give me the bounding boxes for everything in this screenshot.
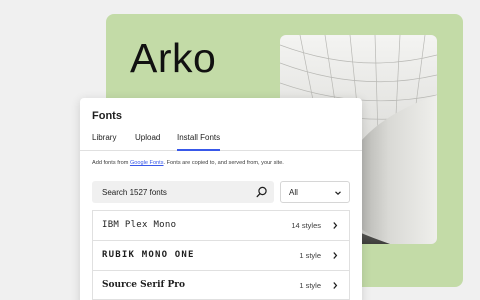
info-text-after: . Fonts are copied to, and served from, … <box>163 160 284 166</box>
category-select[interactable]: All <box>280 181 350 203</box>
font-name: IBM Plex Mono <box>102 220 177 230</box>
font-row-rubik-mono-one[interactable]: RUBIK MONO ONE 1 style <box>92 240 350 270</box>
fonts-panel: Fonts Library Upload Install Fonts Add f… <box>80 98 362 300</box>
preview-heading: Arko <box>130 35 217 81</box>
font-list: IBM Plex Mono 14 styles RUBIK MONO ONE 1… <box>92 210 350 300</box>
font-row-ibm-plex-mono[interactable]: IBM Plex Mono 14 styles <box>92 210 350 240</box>
chevron-right-icon <box>333 222 338 229</box>
chevron-right-icon <box>333 252 338 259</box>
chevron-down-icon <box>335 191 341 196</box>
category-select-value: All <box>289 188 298 197</box>
chevron-right-icon <box>333 282 338 289</box>
info-text-before: Add fonts from <box>92 160 130 166</box>
font-style-count: 1 style <box>299 251 321 260</box>
tab-bar: Library Upload Install Fonts <box>80 126 362 151</box>
tab-library[interactable]: Library <box>92 126 116 151</box>
font-style-count: 14 styles <box>291 221 321 230</box>
font-style-count: 1 style <box>299 281 321 290</box>
font-name: Source Serif Pro <box>102 280 186 290</box>
font-name: RUBIK MONO ONE <box>102 250 195 260</box>
google-fonts-link[interactable]: Google Fonts <box>130 160 164 166</box>
search-input[interactable] <box>92 181 252 203</box>
info-text: Add fonts from Google Fonts. Fonts are c… <box>92 160 354 166</box>
font-row-source-serif-pro[interactable]: Source Serif Pro 1 style <box>92 270 350 300</box>
search-box <box>92 181 274 203</box>
tab-install-fonts[interactable]: Install Fonts <box>177 126 221 151</box>
tab-upload[interactable]: Upload <box>135 126 160 151</box>
search-icon[interactable] <box>256 186 268 198</box>
stage: Arko Fonts Library Upload Install Fonts … <box>0 0 480 300</box>
panel-title: Fonts <box>92 110 122 122</box>
